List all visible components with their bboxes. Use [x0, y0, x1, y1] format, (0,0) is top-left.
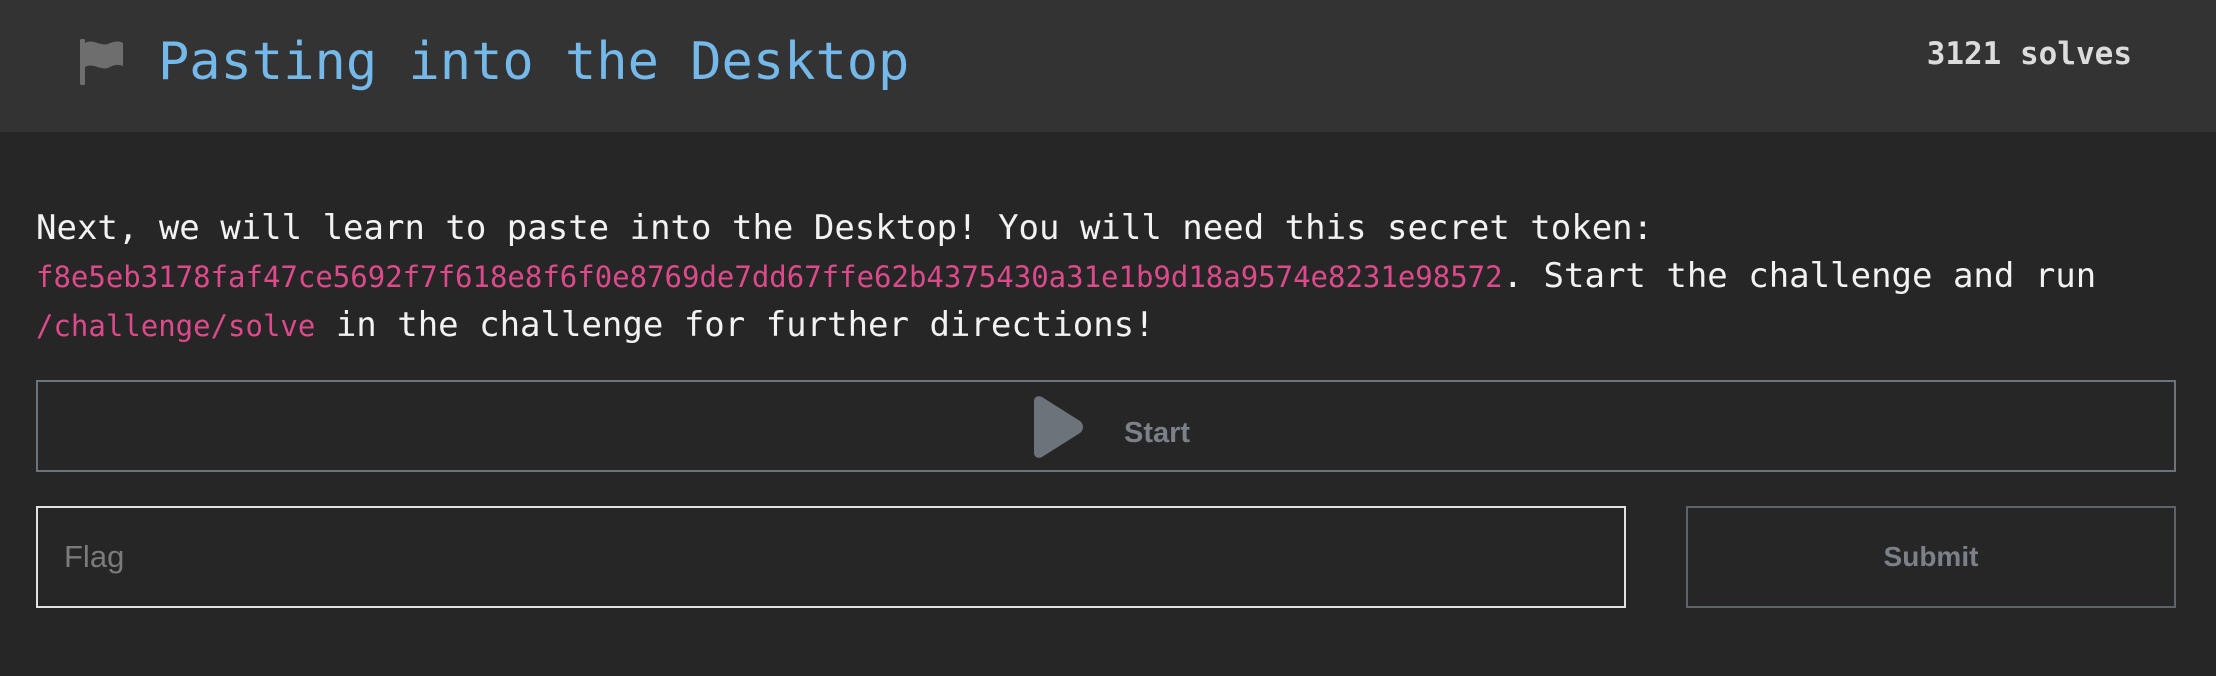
description-line-2: f8e5eb3178faf47ce5692f7f618e8f6f0e8769de…: [36, 252, 2176, 301]
description-line-3: /challenge/solve in the challenge for fu…: [36, 301, 2176, 350]
challenge-header[interactable]: Pasting into the Desktop 3121 solves: [0, 0, 2216, 132]
play-icon: [1034, 396, 1083, 458]
challenge-title: Pasting into the Desktop: [158, 32, 910, 92]
description-middle: . Start the challenge and run: [1502, 256, 2097, 296]
secret-token: f8e5eb3178faf47ce5692f7f618e8f6f0e8769de…: [36, 260, 1503, 294]
flag-input[interactable]: [36, 506, 1626, 608]
description-line-1: Next, we will learn to paste into the De…: [36, 204, 2176, 252]
challenge-card: Pasting into the Desktop 3121 solves Nex…: [0, 0, 2216, 676]
description-outro: in the challenge for further directions!: [315, 305, 1155, 345]
solve-command: /challenge/solve: [36, 309, 316, 343]
start-button-content: Start: [1028, 396, 1190, 458]
description-intro: Next, we will learn to paste into the De…: [36, 208, 1654, 248]
start-label: Start: [1124, 416, 1191, 449]
challenge-description: Next, we will learn to paste into the De…: [36, 204, 2176, 350]
flag-icon: [80, 39, 123, 85]
solves-count: 3121 solves: [1926, 36, 2132, 72]
start-button[interactable]: Start: [36, 380, 2176, 472]
submit-button[interactable]: Submit: [1686, 506, 2176, 608]
